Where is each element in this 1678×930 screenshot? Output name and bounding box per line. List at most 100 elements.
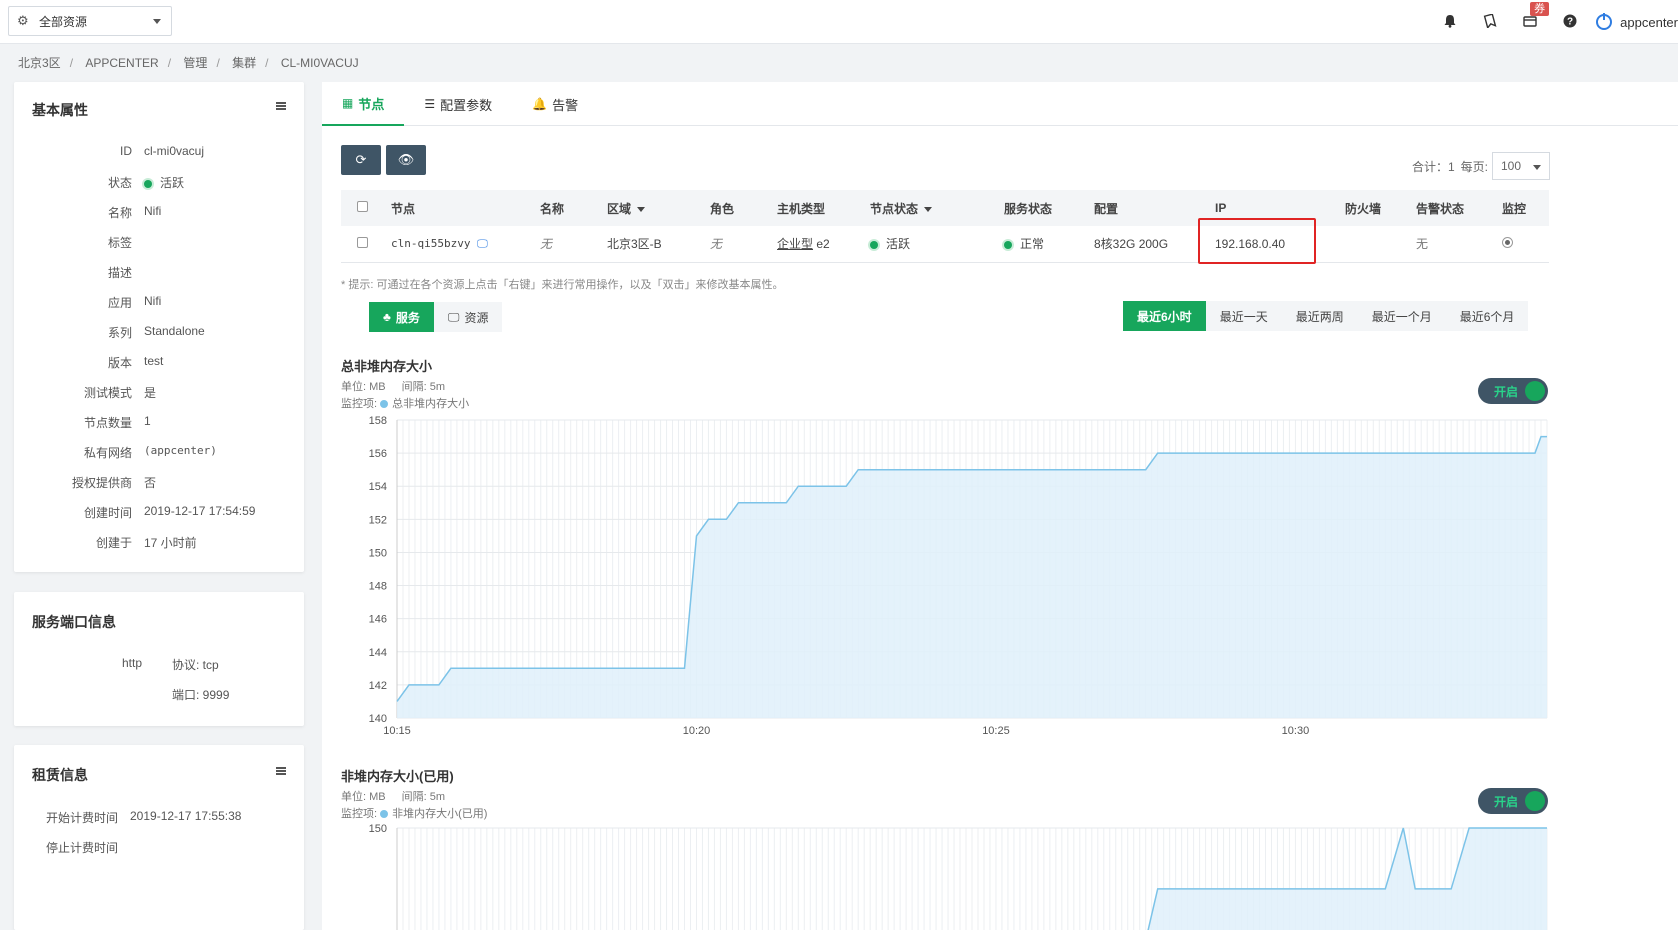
resource-select-label: 全部资源 xyxy=(39,14,88,29)
view-button[interactable]: 👁 xyxy=(386,145,426,175)
breadcrumb-item[interactable]: 管理 xyxy=(183,56,207,70)
resource-view-button[interactable]: 🖵 资源 xyxy=(433,302,503,332)
main-panel: ▦ 节点 ☰ 配置参数 🔔 告警 ⟳ 👁 合计：1 每页: 100 节点 名称 区域 … xyxy=(322,82,1678,930)
service-view-button[interactable]: ♣ 服务 xyxy=(369,302,434,332)
col-node-status[interactable]: 节点状态 xyxy=(860,190,994,226)
monitor-radio[interactable] xyxy=(1502,236,1513,248)
grid-icon: ▦ xyxy=(342,96,354,110)
time-range-selector: 最近6小时 最近一天 最近两周 最近一个月 最近6个月 xyxy=(1123,301,1529,331)
panel-title: 租赁信息 xyxy=(32,767,88,783)
prop-key: 系列 xyxy=(107,326,132,340)
prop-key: 停止计费时间 xyxy=(45,841,118,855)
prop-value-vpc[interactable]: (appcenter) xyxy=(132,444,217,461)
y-tick-label: 152 xyxy=(369,514,387,526)
y-tick-label: 144 xyxy=(369,647,387,659)
cell-host-type[interactable]: 企业型 xyxy=(777,237,813,251)
top-bar: ⚙ 全部资源 券 ? appcenter xyxy=(0,0,1678,44)
cell-config: 8核32G 200G xyxy=(1084,226,1205,263)
chart-item-label: 监控项: xyxy=(341,398,378,410)
eye-icon: 👁 xyxy=(397,152,415,167)
top-icons: 券 ? appcenter xyxy=(1430,0,1678,44)
wallet-icon[interactable]: 券 xyxy=(1522,2,1550,30)
row-checkbox[interactable] xyxy=(357,236,368,248)
breadcrumb-item[interactable]: 集群 xyxy=(232,56,256,70)
breadcrumb-item: CL-MI0VACUJ xyxy=(280,56,359,70)
y-tick-label: 150 xyxy=(369,823,387,835)
chart-unit: 单位: MB xyxy=(341,791,386,803)
per-page-select[interactable]: 100 xyxy=(1492,152,1550,180)
sort-down-icon xyxy=(924,206,933,212)
prop-value-stop xyxy=(118,839,130,856)
range-6m[interactable]: 最近6个月 xyxy=(1445,301,1529,331)
col-alarm: 告警状态 xyxy=(1406,190,1492,226)
book-icon[interactable] xyxy=(1482,13,1498,30)
prop-value-id[interactable]: cl-mi0vacuj xyxy=(132,144,204,158)
per-page-value: 100 xyxy=(1501,159,1522,173)
help-icon[interactable]: ? xyxy=(1562,14,1578,30)
resource-select[interactable]: ⚙ 全部资源 xyxy=(8,6,172,36)
user-menu[interactable]: appcenter xyxy=(1596,13,1678,30)
service-ports-panel: 服务端口信息 http 协议: tcp 端口: 9999 xyxy=(14,592,304,726)
user-name: appcenter xyxy=(1620,14,1678,30)
col-monitor: 监控 xyxy=(1492,190,1549,226)
breadcrumb-item[interactable]: APPCENTER xyxy=(85,56,158,70)
chart-interval: 间隔: 5m xyxy=(401,381,446,393)
ip-highlight-box xyxy=(1198,218,1316,264)
prop-key: ID xyxy=(120,144,132,158)
refresh-button[interactable]: ⟳ xyxy=(341,145,381,175)
chart-toggle[interactable]: 开启 xyxy=(1478,788,1548,814)
node-id[interactable]: cln-qi55bzvy xyxy=(391,237,470,250)
prop-row-desc: 描述 xyxy=(14,264,304,281)
prop-row-test-mode: 测试模式是 xyxy=(14,384,304,401)
range-2w[interactable]: 最近两周 xyxy=(1281,301,1358,331)
col-zone[interactable]: 区域 xyxy=(597,190,700,226)
prop-row-series: 系列 Standalone xyxy=(14,324,304,341)
prop-key: 名称 xyxy=(107,206,132,220)
panel-title: 基本属性 xyxy=(32,102,88,118)
chart-nonheap-used: 148150 xyxy=(369,823,1548,930)
prop-key: 私有网络 xyxy=(83,446,132,460)
x-tick-label: 10:30 xyxy=(1282,725,1310,737)
range-1m[interactable]: 最近一个月 xyxy=(1357,301,1446,331)
prop-row-app: 应用 Nifi xyxy=(14,294,304,311)
series-area xyxy=(397,436,1547,718)
basic-properties-panel: 基本属性 ID cl-mi0vacuj 状态 活跃 名称 Nifi 标签 描述 应用 N… xyxy=(14,82,304,572)
chart-toggle[interactable]: 开启 xyxy=(1478,378,1548,404)
y-tick-label: 140 xyxy=(369,713,387,725)
tab-config[interactable]: ☰ 配置参数 xyxy=(404,82,512,126)
prop-key: 创建于 xyxy=(95,536,132,550)
prop-value-name: Nifi xyxy=(144,204,162,218)
port-name: http xyxy=(122,656,143,670)
status-dot xyxy=(870,241,878,250)
chart-interval: 间隔: 5m xyxy=(401,791,446,803)
panel-title: 服务端口信息 xyxy=(32,614,116,630)
table-header-row: 节点 名称 区域 角色 主机类型 节点状态 服务状态 配置 IP 防火墙 告警状… xyxy=(341,190,1549,226)
tab-alarm[interactable]: 🔔 告警 xyxy=(512,82,598,126)
y-tick-label: 148 xyxy=(369,581,387,593)
cell-host-type-suffix: e2 xyxy=(816,237,830,252)
prop-key: 描述 xyxy=(107,266,132,280)
chart-title: 非堆内存大小(已用) xyxy=(341,769,454,784)
prop-value-status: 活跃 xyxy=(160,176,185,190)
cell-name: 无 xyxy=(530,226,597,263)
tab-nodes[interactable]: ▦ 节点 xyxy=(322,82,405,126)
range-6h[interactable]: 最近6小时 xyxy=(1123,301,1206,331)
menu-icon[interactable] xyxy=(276,767,286,775)
status-dot xyxy=(144,179,152,188)
monitor-icon[interactable]: 🖵 xyxy=(477,237,488,250)
table-row[interactable]: cln-qi55bzvy 🖵 无 北京3区-B 无 企业型 e2 活跃 正常 8… xyxy=(341,226,1549,263)
prop-value-series: Standalone xyxy=(144,324,205,338)
breadcrumb-item[interactable]: 北京3区 xyxy=(18,56,61,70)
nodes-table: 节点 名称 区域 角色 主机类型 节点状态 服务状态 配置 IP 防火墙 告警状… xyxy=(341,190,1549,263)
prop-row-id: ID cl-mi0vacuj xyxy=(14,144,304,158)
prop-value-app[interactable]: Nifi xyxy=(132,294,161,311)
coupon-badge[interactable]: 券 xyxy=(1530,2,1550,16)
menu-icon[interactable] xyxy=(276,102,286,110)
bell-icon[interactable] xyxy=(1442,14,1458,30)
prop-row-status: 状态 活跃 xyxy=(14,174,304,191)
lease-row-stop: 停止计费时间 xyxy=(14,839,304,856)
range-1d[interactable]: 最近一天 xyxy=(1205,301,1282,331)
x-tick-label: 10:15 xyxy=(383,725,411,737)
select-all-checkbox[interactable] xyxy=(357,201,368,212)
pager-per-page-label: 每页: xyxy=(1460,159,1488,174)
